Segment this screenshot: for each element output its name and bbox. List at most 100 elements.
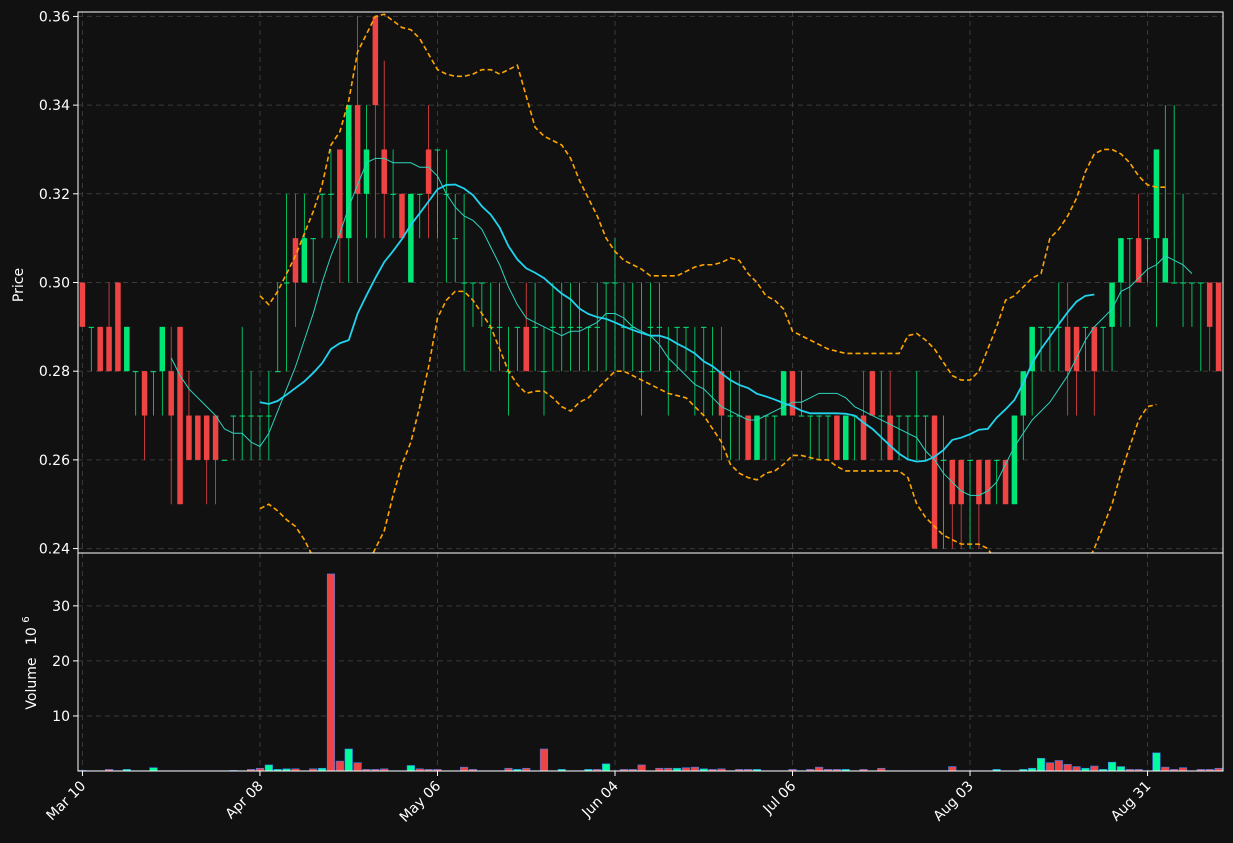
- candle-body: [1215, 282, 1222, 372]
- candle-body: [612, 282, 618, 284]
- candle-body: [372, 16, 379, 106]
- candle-body: [301, 238, 308, 283]
- candle-body: [1171, 282, 1177, 284]
- candle-body: [780, 371, 787, 416]
- candle-body: [141, 371, 148, 416]
- volume-bar: [1072, 766, 1081, 771]
- candle-body: [709, 371, 716, 373]
- candle-body: [292, 238, 299, 283]
- candle-body: [869, 371, 876, 416]
- volume-bar: [602, 763, 611, 771]
- volume-axis-label-base: 10: [24, 627, 40, 645]
- candle-body: [115, 282, 121, 372]
- volume-bar: [637, 764, 646, 771]
- candle-body: [479, 282, 485, 284]
- candle-body: [834, 415, 840, 460]
- candle-body: [745, 415, 751, 460]
- volume-bar: [1152, 752, 1161, 771]
- volume-tick-label: 20: [52, 654, 70, 670]
- candle-body: [434, 149, 441, 151]
- candle-body: [79, 282, 86, 327]
- candle-body: [985, 459, 991, 505]
- candle-body: [976, 459, 982, 505]
- candle-body: [558, 326, 565, 328]
- volume-bar: [948, 766, 957, 771]
- price-tick-label: 0.32: [39, 187, 70, 203]
- candle-body: [345, 105, 352, 239]
- candle-body: [1002, 459, 1009, 505]
- candle-body: [567, 326, 574, 328]
- candle-body: [452, 238, 458, 240]
- candle-body: [541, 371, 547, 373]
- candle-body: [1073, 326, 1080, 372]
- candle-body: [1047, 326, 1053, 328]
- volume-axis-label: Volume 10 6: [21, 616, 40, 709]
- chart-background: [0, 0, 1233, 843]
- candle-body: [576, 326, 583, 328]
- candle-body: [283, 282, 290, 284]
- volume-axis-label-text: Volume: [24, 658, 40, 710]
- candle-body: [248, 415, 254, 417]
- volume-bar: [1161, 766, 1170, 771]
- candle-body: [647, 326, 654, 328]
- candle-body: [159, 326, 166, 372]
- candle-body: [727, 415, 734, 417]
- candle-body: [1118, 238, 1124, 283]
- volume-bar: [1107, 761, 1117, 771]
- candle-body: [638, 371, 645, 373]
- candle-body: [825, 415, 831, 417]
- candle-body: [363, 149, 370, 194]
- candle-body: [1206, 282, 1213, 327]
- candle-body: [1180, 282, 1186, 284]
- volume-bar: [815, 766, 824, 771]
- price-tick-label: 0.30: [39, 276, 70, 292]
- volume-bar: [344, 748, 353, 771]
- candle-body: [843, 415, 849, 460]
- candle-body: [221, 459, 228, 461]
- candle-body: [195, 415, 201, 460]
- candle-body: [257, 415, 263, 417]
- candle-body: [603, 282, 609, 284]
- candle-body: [1100, 326, 1106, 328]
- candle-body: [310, 238, 316, 240]
- price-tick-label: 0.26: [39, 453, 70, 469]
- candle-body: [274, 371, 281, 373]
- price-tick-label: 0.34: [39, 98, 70, 114]
- candle-body: [1082, 326, 1089, 328]
- candle-body: [1127, 238, 1133, 240]
- candle-body: [319, 193, 325, 195]
- candle-body: [212, 415, 219, 460]
- volume-bar: [1054, 760, 1063, 771]
- volume-axis-label-exponent: 6: [21, 616, 32, 622]
- volume-bar: [690, 766, 699, 771]
- candle-body: [1198, 282, 1204, 284]
- candle-body: [470, 282, 476, 284]
- candle-body: [1011, 415, 1018, 505]
- candle-body: [390, 193, 396, 195]
- candle-body: [772, 415, 778, 417]
- candle-body: [461, 282, 467, 284]
- volume-bar: [353, 762, 362, 771]
- candle-body: [1064, 326, 1071, 372]
- price-tick-label: 0.24: [39, 542, 70, 558]
- candle-body: [798, 415, 805, 417]
- candle-body: [905, 415, 911, 417]
- volume-bar: [460, 766, 469, 771]
- candle-body: [425, 149, 432, 194]
- volume-bar: [264, 764, 273, 771]
- candle-body: [993, 459, 1000, 461]
- candle-body: [692, 371, 698, 373]
- candle-body: [967, 459, 973, 461]
- candle-body: [106, 326, 112, 372]
- candle-body: [665, 371, 672, 373]
- volume-bar: [1063, 764, 1072, 771]
- candle-body: [177, 326, 183, 505]
- candle-body: [1153, 149, 1160, 239]
- candle-body: [789, 371, 796, 416]
- price-axis-label: Price: [11, 268, 27, 302]
- candle-body: [230, 415, 237, 417]
- candle-body: [239, 415, 245, 417]
- candle-body: [399, 193, 405, 239]
- candle-body: [328, 193, 334, 195]
- volume-bar: [1090, 765, 1099, 771]
